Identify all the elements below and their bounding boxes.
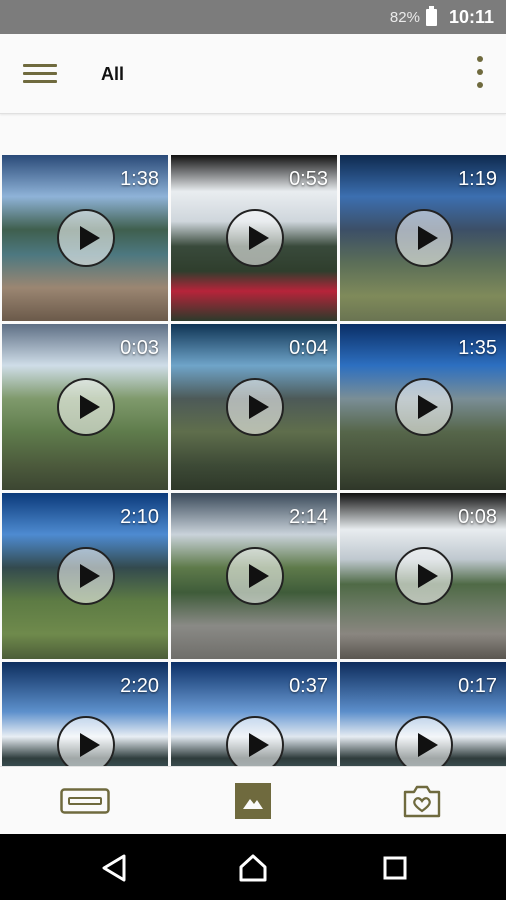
video-tile[interactable]: 1:38: [2, 155, 168, 321]
hamburger-menu-icon[interactable]: [23, 64, 57, 86]
video-tile[interactable]: 0:08: [340, 493, 506, 659]
video-tile[interactable]: 2:14: [171, 493, 337, 659]
video-tile[interactable]: 0:17: [340, 662, 506, 766]
play-icon: [226, 547, 284, 605]
recents-icon[interactable]: [378, 851, 412, 885]
video-duration: 2:10: [120, 506, 159, 528]
play-icon: [57, 547, 115, 605]
more-vertical-icon[interactable]: [470, 56, 490, 94]
video-duration: 0:08: [458, 506, 497, 528]
system-navigation-bar: [0, 834, 506, 900]
gallery-icon[interactable]: [227, 781, 279, 821]
tape-icon[interactable]: [59, 781, 111, 821]
play-icon: [226, 378, 284, 436]
video-tile[interactable]: 0:37: [171, 662, 337, 766]
play-icon: [395, 547, 453, 605]
video-tile[interactable]: 1:35: [340, 324, 506, 490]
battery-percentage: 82%: [389, 8, 420, 26]
video-tile[interactable]: 0:04: [171, 324, 337, 490]
video-duration: 1:38: [120, 168, 159, 190]
video-duration: 2:14: [289, 506, 328, 528]
video-tile[interactable]: 2:20: [2, 662, 168, 766]
play-icon: [57, 209, 115, 267]
video-tile[interactable]: 2:10: [2, 493, 168, 659]
play-icon: [395, 378, 453, 436]
play-icon: [395, 716, 453, 766]
video-tile[interactable]: 0:53: [171, 155, 337, 321]
video-duration: 0:53: [289, 168, 328, 190]
video-duration: 0:04: [289, 337, 328, 359]
status-time: 10:11: [448, 6, 494, 27]
play-icon: [226, 209, 284, 267]
camera-heart-icon[interactable]: [396, 781, 448, 821]
home-icon[interactable]: [236, 851, 270, 885]
video-duration: 1:35: [458, 337, 497, 359]
bottom-navigation: [0, 766, 506, 834]
video-duration: 0:17: [458, 675, 497, 697]
back-icon[interactable]: [97, 851, 131, 885]
video-grid: 1:38 0:53 1:19 0:03 0:04 1:35 2:10 2:14: [0, 155, 506, 766]
video-duration: 2:20: [120, 675, 159, 697]
page-title: All: [101, 64, 125, 84]
play-icon: [57, 716, 115, 766]
app-bar: All: [0, 34, 506, 114]
video-tile[interactable]: 0:03: [2, 324, 168, 490]
video-duration: 0:37: [289, 675, 328, 697]
play-icon: [395, 209, 453, 267]
status-bar: 82% 10:11: [0, 0, 506, 34]
video-duration: 0:03: [120, 337, 159, 359]
battery-icon: [425, 5, 437, 26]
play-icon: [226, 716, 284, 766]
video-duration: 1:19: [458, 168, 497, 190]
play-icon: [57, 378, 115, 436]
video-tile[interactable]: 1:19: [340, 155, 506, 321]
